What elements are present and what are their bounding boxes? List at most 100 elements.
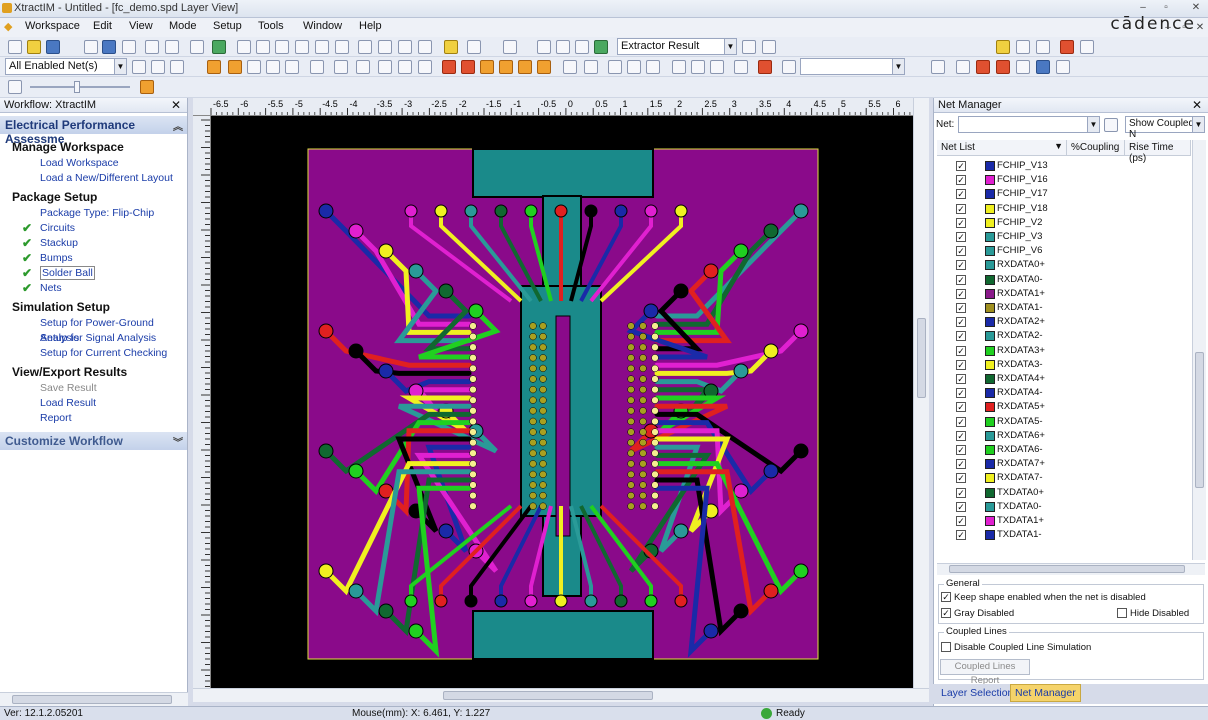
app-menu-icon[interactable]: ◆ bbox=[4, 20, 12, 33]
canvas-hscrollbar[interactable] bbox=[193, 688, 929, 702]
net-color-swatch[interactable] bbox=[985, 445, 995, 455]
ball-icon[interactable] bbox=[480, 60, 494, 74]
check-open-icon[interactable] bbox=[996, 60, 1010, 74]
import-icon[interactable] bbox=[1016, 40, 1030, 54]
doc-restore-icon[interactable]: ▫ bbox=[1178, 22, 1190, 34]
list-icon[interactable] bbox=[266, 60, 280, 74]
net-color-swatch[interactable] bbox=[985, 473, 995, 484]
net-color-swatch[interactable] bbox=[985, 260, 995, 271]
show-coupled-combo[interactable]: Show Coupled N ▼ bbox=[1125, 116, 1205, 140]
merge-icon[interactable] bbox=[691, 60, 705, 74]
wf-setup-pg[interactable]: Setup for Power-Ground Analysis bbox=[0, 316, 187, 344]
wf-bumps[interactable]: ✔ Bumps bbox=[0, 251, 187, 266]
net-color-swatch[interactable] bbox=[985, 402, 995, 413]
close-icon[interactable]: ✕ bbox=[171, 98, 181, 112]
net-enable-checkbox[interactable]: ✓ bbox=[956, 232, 966, 242]
save-icon[interactable] bbox=[46, 40, 60, 54]
net-color-swatch[interactable] bbox=[985, 217, 995, 228]
arc-icon[interactable] bbox=[170, 60, 184, 74]
wave-icon[interactable] bbox=[734, 60, 748, 74]
wf-load-workspace[interactable]: Load Workspace bbox=[0, 156, 187, 171]
flip-icon[interactable] bbox=[378, 40, 392, 54]
net-color-swatch[interactable] bbox=[985, 487, 995, 498]
net-enable-checkbox[interactable]: ✓ bbox=[956, 388, 966, 399]
pin-icon[interactable] bbox=[8, 80, 22, 94]
run-icon[interactable] bbox=[102, 40, 116, 54]
check-all-icon[interactable] bbox=[1056, 60, 1070, 74]
dot-icon[interactable] bbox=[247, 60, 261, 74]
pad-icon[interactable] bbox=[461, 60, 475, 74]
col-net-list[interactable]: Net List ▼ bbox=[937, 140, 1067, 156]
net-color-swatch[interactable] bbox=[985, 359, 995, 370]
component-icon[interactable] bbox=[499, 60, 513, 74]
net-list-hscrollbar[interactable] bbox=[937, 563, 1205, 575]
search-combo[interactable]: ▼ bbox=[800, 58, 905, 75]
net-enable-checkbox[interactable]: ✓ bbox=[956, 516, 966, 526]
check-layer-icon[interactable] bbox=[1036, 60, 1050, 74]
wf-nets[interactable]: ✔ Nets bbox=[0, 281, 187, 296]
col-rise-time[interactable]: Rise Time (ps) bbox=[1125, 140, 1191, 164]
check-via-icon[interactable] bbox=[1016, 60, 1030, 74]
menu-tools[interactable]: Tools bbox=[258, 20, 284, 32]
polygon-icon[interactable] bbox=[132, 60, 146, 74]
print-icon[interactable] bbox=[1036, 40, 1050, 54]
net-enable-checkbox[interactable]: ✓ bbox=[956, 288, 966, 299]
package-layout[interactable] bbox=[211, 116, 913, 688]
align-icon[interactable] bbox=[207, 60, 221, 74]
net-enable-checkbox[interactable]: ✓ bbox=[956, 203, 966, 214]
paste-result-icon[interactable] bbox=[762, 40, 776, 54]
net-enable-checkbox[interactable]: ✓ bbox=[956, 189, 966, 200]
net-color-swatch[interactable] bbox=[985, 530, 995, 541]
search-icon[interactable] bbox=[1104, 118, 1118, 132]
extractor-result-combo[interactable]: Extractor Result ▼ bbox=[617, 38, 737, 55]
net-color-swatch[interactable] bbox=[985, 501, 995, 512]
menu-edit[interactable]: Edit bbox=[93, 20, 112, 32]
scroll-thumb[interactable] bbox=[12, 695, 172, 704]
tab-net-manager[interactable]: Net Manager bbox=[1010, 684, 1081, 702]
scroll-thumb[interactable] bbox=[917, 318, 926, 398]
disable-coupled-checkbox[interactable]: Disable Coupled Line Simulation bbox=[941, 642, 1091, 653]
customize-workflow-header[interactable]: Customize Workflow ︾ bbox=[0, 432, 187, 450]
net-color-swatch[interactable] bbox=[985, 288, 995, 299]
net-enable-checkbox[interactable]: ✓ bbox=[956, 331, 966, 342]
record-icon[interactable] bbox=[1060, 40, 1074, 54]
via-icon[interactable] bbox=[442, 60, 456, 74]
undo-icon[interactable] bbox=[467, 40, 481, 54]
pause-icon[interactable] bbox=[84, 40, 98, 54]
layer-icon[interactable] bbox=[145, 40, 159, 54]
net-color-swatch[interactable] bbox=[985, 430, 995, 441]
marquee-icon[interactable] bbox=[537, 40, 551, 54]
net-color-swatch[interactable] bbox=[985, 345, 995, 356]
net-enable-checkbox[interactable]: ✓ bbox=[956, 416, 966, 427]
net-enable-checkbox[interactable]: ✓ bbox=[956, 430, 966, 441]
new-icon[interactable] bbox=[8, 40, 22, 54]
expand-icon[interactable]: ︾ bbox=[173, 434, 183, 449]
select-icon[interactable] bbox=[190, 40, 204, 54]
split-icon[interactable] bbox=[672, 60, 686, 74]
wf-stackup[interactable]: ✔ Stackup bbox=[0, 236, 187, 251]
coupled-lines-report-button[interactable]: Coupled Lines Report bbox=[940, 659, 1030, 686]
sort-icon[interactable] bbox=[931, 60, 945, 74]
wf-solder-ball[interactable]: ✔ Solder Ball bbox=[0, 266, 187, 281]
grid-icon[interactable] bbox=[556, 40, 570, 54]
net-color-swatch[interactable] bbox=[985, 317, 995, 328]
group-icon[interactable] bbox=[710, 60, 724, 74]
menu-setup[interactable]: Setup bbox=[213, 20, 242, 32]
binoculars-icon[interactable] bbox=[782, 60, 796, 74]
move-icon[interactable] bbox=[356, 60, 370, 74]
net-color-swatch[interactable] bbox=[985, 175, 995, 186]
sheet-icon[interactable] bbox=[608, 60, 622, 74]
line-icon[interactable] bbox=[151, 60, 165, 74]
layout-canvas[interactable] bbox=[211, 116, 913, 688]
minimize-icon[interactable]: – bbox=[1137, 2, 1149, 14]
net-enable-checkbox[interactable]: ✓ bbox=[956, 359, 966, 370]
net-enable-checkbox[interactable]: ✓ bbox=[956, 175, 966, 186]
check-short-icon[interactable] bbox=[976, 60, 990, 74]
menu-mode[interactable]: Mode bbox=[169, 20, 197, 32]
net-enable-checkbox[interactable]: ✓ bbox=[956, 459, 966, 470]
net-color-swatch[interactable] bbox=[985, 246, 995, 257]
net-color-swatch[interactable] bbox=[985, 331, 995, 342]
gray-disabled-checkbox[interactable]: ✓ Gray Disabled bbox=[941, 608, 1014, 619]
zoom-area-icon[interactable] bbox=[295, 40, 309, 54]
snap-icon[interactable] bbox=[575, 40, 589, 54]
